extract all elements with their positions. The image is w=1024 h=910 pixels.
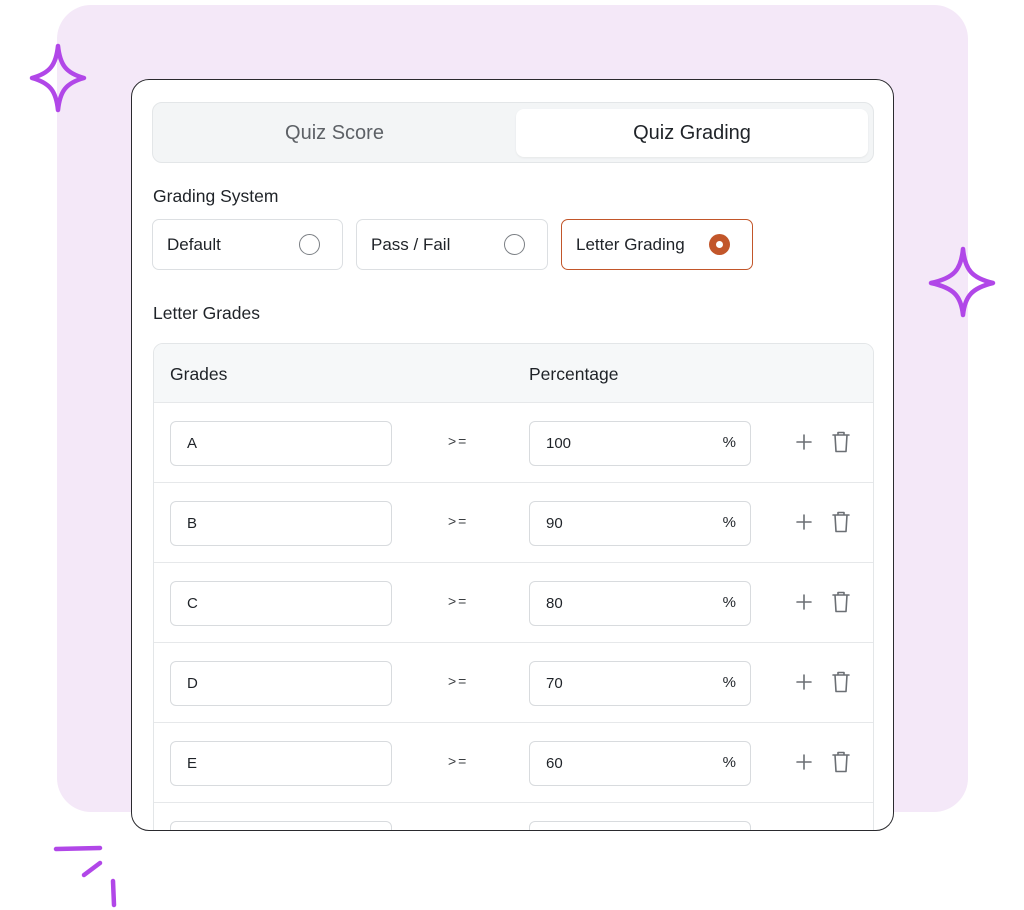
percentage-input[interactable]: 100 % [529,421,751,466]
table-row: A >= 100 % [154,403,873,483]
comparator-label: >= [448,753,469,769]
comparator-label: >= [448,513,469,529]
grade-input[interactable]: E [170,741,392,786]
tab-quiz-score[interactable]: Quiz Score [157,109,512,157]
percentage-value: 70 [546,675,563,692]
comparator-label: >= [448,433,469,449]
sparkle-icon [928,246,996,318]
percentage-value: 80 [546,595,563,612]
option-letter-grading-label: Letter Grading [576,234,685,254]
plus-icon[interactable] [794,432,814,452]
percent-sign: % [722,594,736,611]
percent-sign: % [722,674,736,691]
option-default-label: Default [167,234,221,254]
plus-icon[interactable] [794,672,814,692]
trash-icon[interactable] [831,670,851,694]
column-header-grades: Grades [170,364,228,384]
percentage-value: 100 [546,435,572,452]
letter-grades-label: Letter Grades [153,303,260,323]
tab-quiz-grading[interactable]: Quiz Grading [516,109,868,157]
trash-icon[interactable] [831,430,851,454]
scribble-icon [53,845,117,908]
percentage-input[interactable]: 70 % [529,661,751,706]
trash-icon[interactable] [831,510,851,534]
grading-system-label: Grading System [153,186,279,206]
table-row: B >= 90 % [154,483,873,563]
grade-input[interactable]: D [170,661,392,706]
option-default[interactable]: Default [152,219,343,270]
percentage-input[interactable]: 90 % [529,501,751,546]
table-row: E >= 60 % [154,723,873,803]
table-header: Grades Percentage [154,344,873,403]
option-pass-fail-label: Pass / Fail [371,234,451,254]
percentage-input[interactable] [529,821,751,830]
letter-grades-table: Grades Percentage A >= 100 % B >= 90 % C [153,343,874,830]
percent-sign: % [722,434,736,451]
plus-icon[interactable] [794,592,814,612]
column-header-percentage: Percentage [529,364,619,384]
grade-input[interactable]: C [170,581,392,626]
percent-sign: % [722,754,736,771]
percent-sign: % [722,514,736,531]
plus-icon[interactable] [794,752,814,772]
percentage-value: 60 [546,755,563,772]
percentage-input[interactable]: 60 % [529,741,751,786]
table-row: C >= 80 % [154,563,873,643]
grade-input[interactable] [170,821,392,830]
percentage-input[interactable]: 80 % [529,581,751,626]
radio-default[interactable] [299,234,320,255]
radio-pass-fail[interactable] [504,234,525,255]
percentage-value: 90 [546,515,563,532]
plus-icon[interactable] [794,512,814,532]
option-letter-grading[interactable]: Letter Grading [561,219,753,270]
option-pass-fail[interactable]: Pass / Fail [356,219,548,270]
comparator-label: >= [448,593,469,609]
radio-letter-grading[interactable] [709,234,730,255]
grade-input[interactable]: B [170,501,392,546]
trash-icon[interactable] [831,750,851,774]
sparkle-icon [29,43,87,113]
comparator-label: >= [448,673,469,689]
grade-input[interactable]: A [170,421,392,466]
table-row: D >= 70 % [154,643,873,723]
tab-bar: Quiz Score Quiz Grading [152,102,874,163]
grading-settings-card: Quiz Score Quiz Grading Grading System D… [131,79,894,831]
table-row [154,803,873,830]
trash-icon[interactable] [831,590,851,614]
